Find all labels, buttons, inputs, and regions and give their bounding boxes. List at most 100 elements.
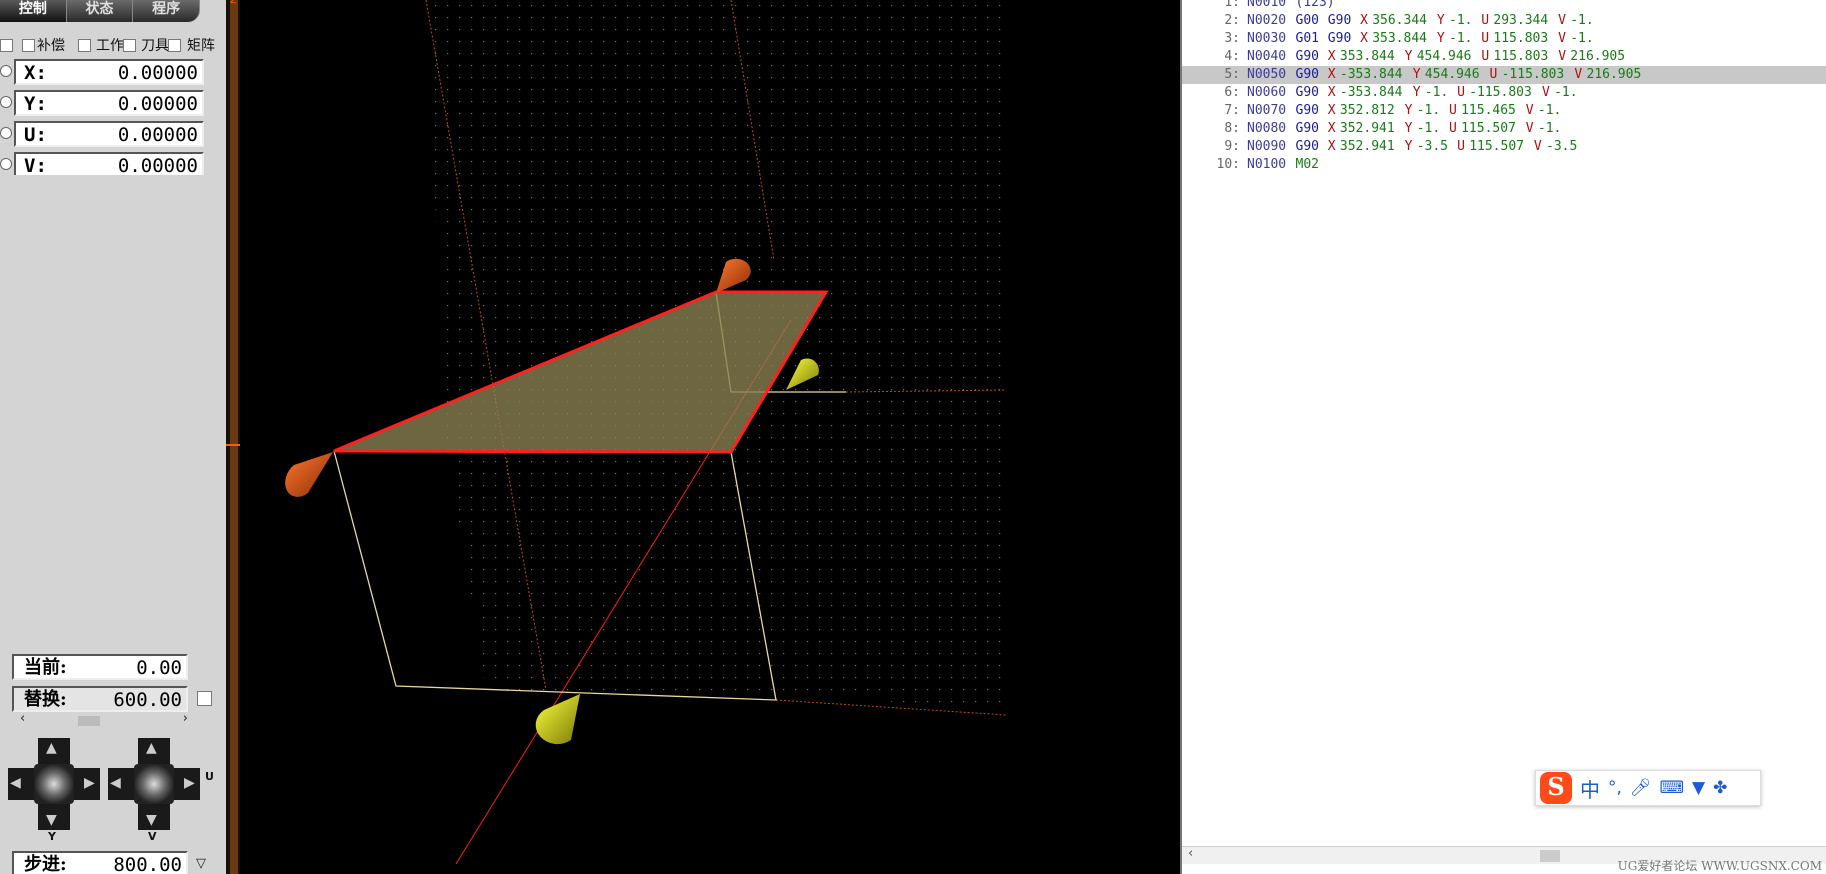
jog-pad-xy[interactable]: ▲ ▼ ◀ ▶ [8, 738, 100, 830]
code-token: N0060 [1247, 85, 1287, 100]
axis-u-value: 0.00000 [117, 124, 198, 146]
axis-v-value: 0.00000 [117, 155, 198, 175]
shirt-icon[interactable]: ▼ [1692, 778, 1705, 798]
code-token: 115.803 [1493, 31, 1549, 46]
matrix-checkbox[interactable] [168, 39, 181, 52]
code-token: -1. [1570, 31, 1594, 46]
program-line[interactable]: 1: N0010 (123) [1182, 0, 1826, 12]
program-line[interactable]: 2: N0020 G00 G90 X 356.344 Y -1. U 293.344 V -1. [1182, 12, 1826, 30]
code-token: V [1525, 121, 1534, 136]
program-line[interactable]: 10: N0100 M02 [1182, 156, 1826, 174]
mic-icon[interactable]: 🎤︎ [1630, 778, 1652, 798]
code-token: V [1558, 49, 1567, 64]
code-token: N0100 [1247, 157, 1287, 172]
jog-pad-uv[interactable]: ▲ ▼ ◀ ▶ [108, 738, 200, 830]
code-token: X [1327, 67, 1336, 82]
code-token: -115.803 [1501, 67, 1565, 82]
jog-uv-down-arrow-icon[interactable]: ▼ [146, 812, 157, 828]
watermark: UG爱好者论坛 WWW.UGSNX.COM [1617, 859, 1822, 873]
program-line[interactable]: 9: N0090 G90 X 352.941 Y -3.5 U 115.507 V -3.5 [1182, 138, 1826, 156]
override-feed-display[interactable]: 替换: 600.00 [12, 686, 188, 712]
code-token: -1. [1416, 121, 1441, 136]
code-token: X [1327, 139, 1336, 154]
jog-xy-center[interactable] [34, 764, 74, 804]
options-row: 补偿 工作 刀具 矩阵 [0, 36, 226, 56]
jog-uv-u-label: U [205, 770, 214, 783]
axis-row-u: U: 0.00000 [0, 120, 226, 148]
jog-up-arrow-icon[interactable]: ▲ [46, 740, 57, 756]
tool-checkbox[interactable] [123, 39, 136, 52]
jog-left-arrow-icon[interactable]: ◀ [10, 775, 21, 791]
slider-thumb[interactable] [78, 716, 100, 726]
code-token: G90 [1295, 49, 1319, 64]
code-token: N0010 [1247, 0, 1287, 10]
code-token: V [1574, 67, 1583, 82]
program-line[interactable]: 3: N0030 G01 G90 X 353.844 Y -1. U 115.803 V -1. [1182, 30, 1826, 48]
code-token: -1. [1570, 13, 1594, 28]
axis-x-radio[interactable] [0, 65, 12, 77]
3d-viewport[interactable]: Z [226, 0, 1176, 874]
code-token: 353.844 [1339, 49, 1395, 64]
code-token: Y [1436, 13, 1445, 28]
code-token: Y [1404, 103, 1413, 118]
program-line[interactable]: 8: N0080 G90 X 352.941 Y -1. U 115.507 V -1. [1182, 120, 1826, 138]
keyboard-icon[interactable]: ⌨ [1660, 778, 1685, 798]
code-token: -1. [1449, 31, 1473, 46]
override-slider[interactable]: ‹ › [18, 711, 190, 729]
tab-program[interactable]: 程序 [133, 0, 201, 22]
code-token: U [1489, 67, 1498, 82]
program-line[interactable]: 7: N0070 G90 X 352.812 Y -1. U 115.465 V -1. [1182, 102, 1826, 120]
code-token: 352.941 [1339, 139, 1395, 154]
sogou-logo-icon[interactable]: S [1540, 772, 1572, 804]
jog-uv-center[interactable] [134, 764, 174, 804]
compensation-checkbox[interactable] [0, 39, 13, 52]
code-token: 115.803 [1493, 49, 1549, 64]
code-token: Y [1436, 31, 1445, 46]
jog-right-arrow-icon[interactable]: ▶ [84, 775, 95, 791]
work-checkbox[interactable] [78, 39, 91, 52]
ime-toolbar[interactable]: S 中 °, 🎤︎ ⌨ ▼ ✤ [1535, 770, 1761, 806]
code-token: G00 [1295, 13, 1319, 28]
jog-uv-left-arrow-icon[interactable]: ◀ [110, 775, 121, 791]
step-display: 步进: 800.00 [12, 851, 188, 874]
program-line[interactable]: 5: N0050 G90 X -353.844 Y 454.946 U -115.803 V 216… [1182, 66, 1826, 84]
code-token: N0030 [1247, 31, 1287, 46]
axis-v-radio[interactable] [0, 158, 12, 170]
axis-y-value: 0.00000 [117, 93, 198, 115]
program-line[interactable]: 4: N0040 G90 X 353.844 Y 454.946 U 115.803 V 216.9… [1182, 48, 1826, 66]
code-token: -353.844 [1339, 85, 1403, 100]
code-token: 216.905 [1570, 49, 1626, 64]
code-token: G01 [1295, 31, 1319, 46]
code-token: N0050 [1247, 67, 1287, 82]
step-dropdown-icon[interactable]: ▽ [196, 856, 206, 871]
tab-status[interactable]: 状态 [66, 0, 134, 22]
jog-down-arrow-icon[interactable]: ▼ [46, 812, 57, 828]
code-token: V [1558, 31, 1566, 46]
scroll-thumb[interactable] [1540, 850, 1560, 862]
axis-row-y: Y: 0.00000 [0, 89, 226, 117]
scroll-left-arrow[interactable]: ‹ [1188, 846, 1193, 861]
code-token: X [1327, 121, 1336, 136]
tab-control[interactable]: 控制 [0, 0, 67, 22]
program-panel[interactable]: 1: N0010 (123) 2: N0020 G00 G90 X 356.344 Y -1. U 29… [1180, 0, 1826, 874]
axis-row-v: V: 0.00000 [0, 151, 226, 175]
code-token: V [1525, 103, 1534, 118]
code-token: -353.844 [1339, 67, 1403, 82]
axis-u-radio[interactable] [0, 127, 12, 139]
jog-uv-right-arrow-icon[interactable]: ▶ [184, 775, 195, 791]
code-token: Y [1412, 85, 1421, 100]
punctuation-toggle[interactable]: °, [1608, 778, 1622, 798]
code-token: N0090 [1247, 139, 1287, 154]
current-feed-label: 当前: [24, 657, 67, 678]
slider-left-arrow[interactable]: ‹ [20, 711, 25, 726]
code-token: G90 [1295, 139, 1319, 154]
override-checkbox[interactable] [197, 691, 212, 706]
program-line[interactable]: 6: N0060 G90 X -353.844 Y -1. U -115.803 V -1. [1182, 84, 1826, 102]
jog-uv-up-arrow-icon[interactable]: ▲ [146, 740, 157, 756]
axis-y-radio[interactable] [0, 96, 12, 108]
slider-right-arrow[interactable]: › [183, 711, 188, 726]
grid-icon[interactable]: ✤ [1713, 778, 1727, 798]
ime-language-toggle[interactable]: 中 [1580, 774, 1600, 803]
compensation-checkbox-2[interactable] [22, 39, 35, 52]
line-number: 6: [1224, 85, 1240, 100]
